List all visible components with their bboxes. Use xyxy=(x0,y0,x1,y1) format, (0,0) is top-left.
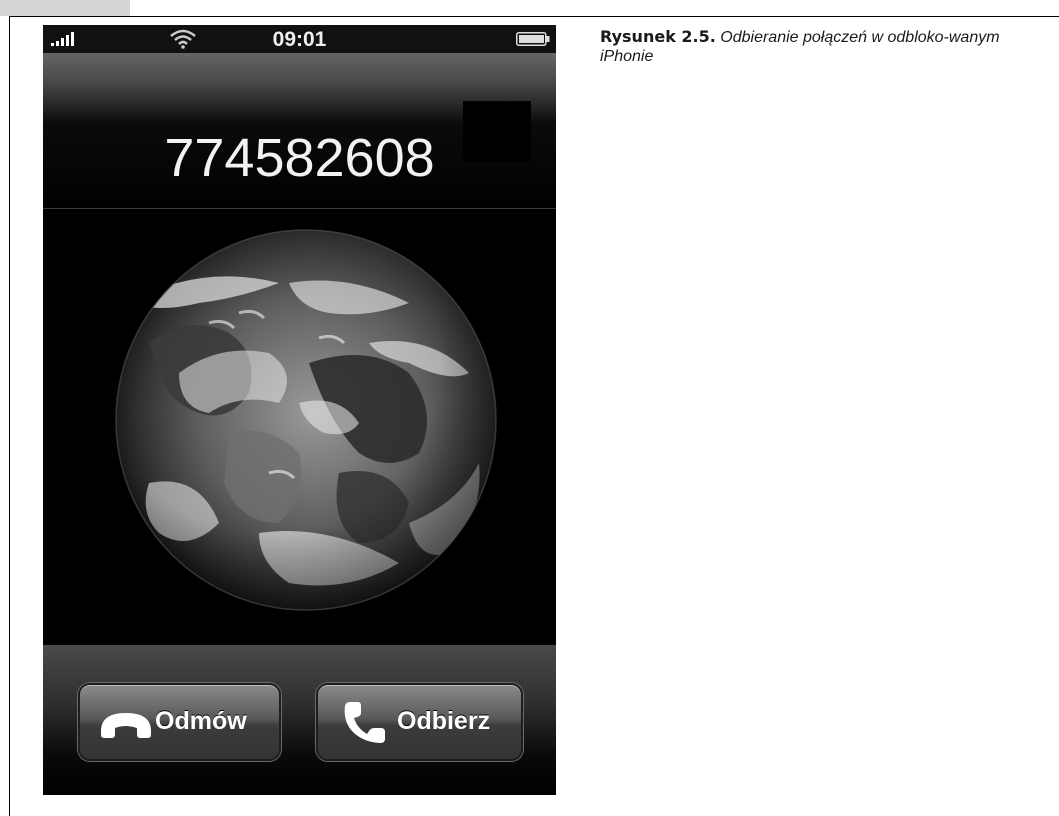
caller-number: 774582608 xyxy=(164,128,435,188)
phone-handset-icon xyxy=(344,702,385,743)
page-corner-tab xyxy=(0,0,130,16)
figure-caption: Rysunek 2.5. Odbieranie połączeń w odblo… xyxy=(600,27,1040,66)
decline-button-label: Odmów xyxy=(155,707,247,735)
status-time: 09:01 xyxy=(272,28,327,51)
earth-wallpaper xyxy=(109,223,503,617)
decline-button[interactable]: Odmów xyxy=(78,683,281,761)
panel-divider xyxy=(43,208,556,209)
answer-button-label: Odbierz xyxy=(397,707,491,735)
hang-up-icon xyxy=(101,713,151,738)
figure-caption-label: Rysunek 2.5. xyxy=(600,27,716,46)
status-bar: 09:01 xyxy=(43,25,556,53)
answer-button[interactable]: Odbierz xyxy=(316,683,523,761)
caller-info-panel: 774582608 xyxy=(43,53,556,210)
battery-icon xyxy=(516,32,550,46)
phone-screen: 09:01 774582608 Odmów Odbierz xyxy=(43,25,556,795)
